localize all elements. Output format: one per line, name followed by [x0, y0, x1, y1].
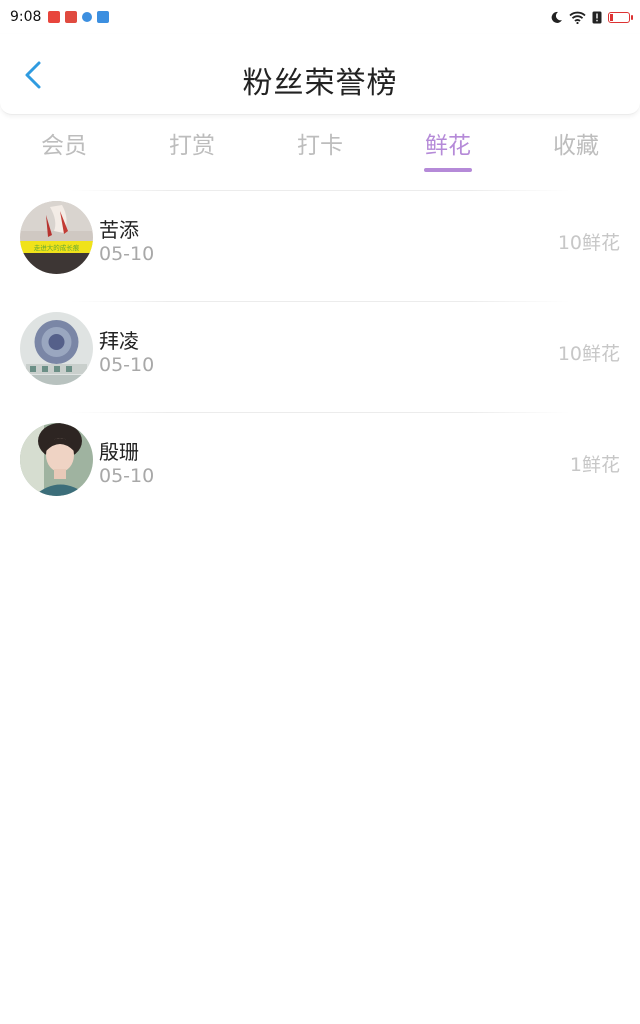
fan-name: 拜凌: [99, 329, 139, 353]
active-tab-indicator: [424, 168, 472, 172]
status-left: 9:08: [10, 9, 110, 25]
app-notification-icon: [48, 11, 61, 23]
app-notification-icon: [65, 11, 78, 23]
avatar-hand-yellow-banner-image: 走进大的成长痕: [20, 201, 93, 274]
status-bar: 9:08: [0, 0, 640, 34]
fan-name: 苦添: [99, 218, 139, 242]
page-title: 粉丝荣誉榜: [242, 66, 398, 101]
status-time: 9:08: [10, 9, 42, 25]
status-right: [550, 11, 633, 24]
app-notification-icon: [82, 12, 93, 22]
fan-row[interactable]: 殷珊 05-10 1鲜花: [0, 412, 640, 523]
tab-label: 会员: [41, 133, 87, 159]
tab-flowers[interactable]: 鲜花: [384, 118, 512, 174]
fan-name: 殷珊: [99, 440, 139, 464]
avatar-caption: 走进大的成长痕: [34, 243, 80, 252]
avatar[interactable]: 走进大的成长痕: [20, 201, 93, 274]
tab-label: 打赏: [169, 133, 215, 159]
fan-date: 05-10: [99, 465, 155, 487]
tab-favorites[interactable]: 收藏: [512, 118, 640, 174]
tab-rewards[interactable]: 打赏: [128, 118, 256, 174]
avatar[interactable]: [20, 423, 93, 496]
flower-count: 1鲜花: [569, 454, 620, 476]
moon-icon: [551, 11, 562, 23]
fan-date: 05-10: [99, 354, 155, 376]
tab-label: 收藏: [553, 133, 599, 159]
cloud-icon: [97, 11, 110, 23]
wifi-icon: [569, 11, 586, 24]
battery-icon: [608, 11, 633, 23]
fan-list: 走进大的成长痕 苦添 05-10 10鲜花 拜凌 05-10 10鲜花 殷珊 0…: [0, 190, 640, 523]
fan-row[interactable]: 拜凌 05-10 10鲜花: [0, 301, 640, 412]
fan-date: 05-10: [99, 243, 155, 265]
tab-label: 打卡: [297, 133, 343, 159]
tab-checkin[interactable]: 打卡: [256, 118, 384, 174]
nav-bar: 粉丝荣誉榜: [0, 34, 640, 115]
avatar-woman-portrait-image: [20, 423, 93, 496]
tab-bar: 会员 打赏 打卡 鲜花 收藏: [0, 118, 640, 174]
tab-members[interactable]: 会员: [0, 118, 128, 174]
avatar[interactable]: [20, 312, 93, 385]
flower-count: 10鲜花: [557, 232, 620, 254]
avatar-emblem-badge-image: [20, 312, 93, 385]
sim-alert-icon: [592, 11, 602, 23]
fan-row[interactable]: 走进大的成长痕 苦添 05-10 10鲜花: [0, 190, 640, 301]
tab-label: 鲜花: [425, 133, 471, 159]
flower-count: 10鲜花: [557, 343, 620, 365]
